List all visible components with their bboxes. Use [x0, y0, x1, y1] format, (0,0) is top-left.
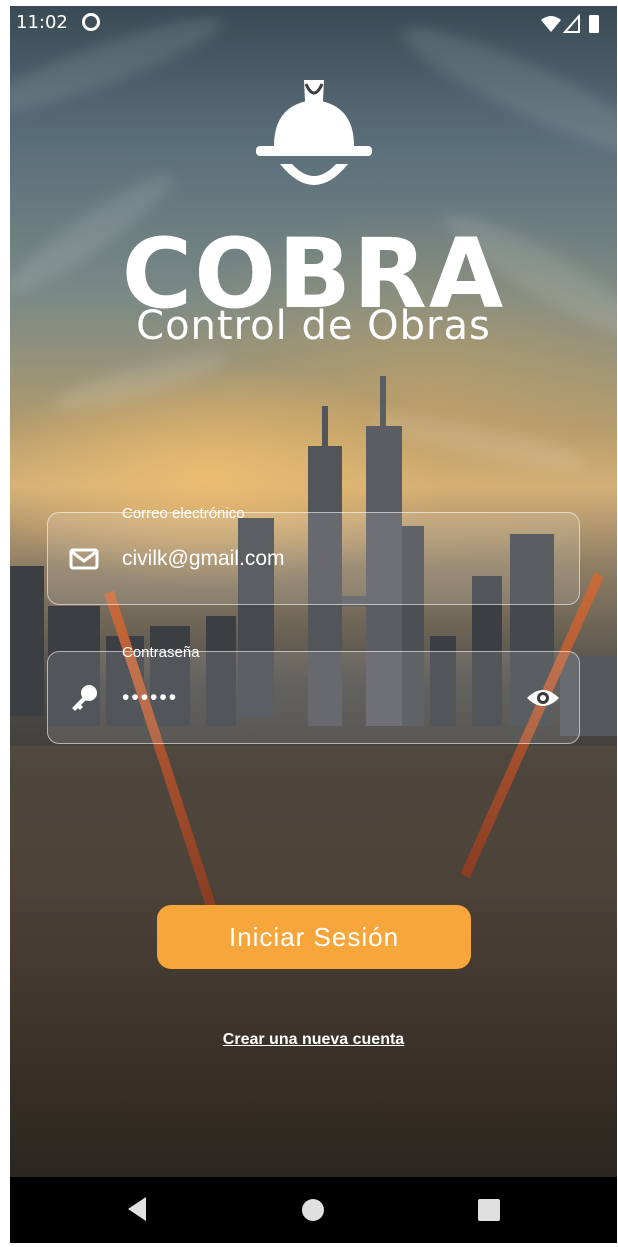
status-time: 11:02 — [16, 12, 68, 33]
android-navigation-bar — [10, 1177, 617, 1243]
home-circle-icon[interactable] — [302, 1199, 324, 1221]
email-input[interactable]: civilk@gmail.com — [122, 547, 285, 571]
envelope-icon — [69, 548, 99, 570]
create-account-link[interactable]: Crear una nueva cuenta — [10, 1031, 617, 1049]
key-icon — [72, 685, 97, 711]
email-label: Correo electrónico — [122, 505, 245, 522]
password-field[interactable]: Contraseña •••••• — [47, 644, 580, 744]
status-bar: 11:02 — [10, 6, 617, 40]
battery-icon — [589, 15, 599, 33]
back-triangle-icon[interactable] — [128, 1197, 146, 1221]
status-indicators — [541, 14, 599, 33]
password-label: Contraseña — [122, 644, 200, 661]
email-field[interactable]: Correo electrónico civilk@gmail.com — [47, 505, 580, 605]
at-sign-icon — [82, 13, 100, 31]
eye-icon[interactable] — [525, 682, 561, 714]
wifi-icon — [541, 16, 561, 32]
app-subtitle: Control de Obras — [136, 303, 491, 349]
app-logo: COBRA Control de Obras — [10, 76, 617, 356]
phone-screen: 11:02 COBRA Control de Obras Correo elec… — [10, 6, 617, 1243]
signal-icon — [562, 14, 580, 33]
recents-square-icon[interactable] — [478, 1199, 500, 1221]
login-button[interactable]: Iniciar Sesión — [157, 905, 471, 969]
password-input[interactable]: •••••• — [122, 686, 178, 710]
hard-hat-icon — [256, 80, 372, 185]
